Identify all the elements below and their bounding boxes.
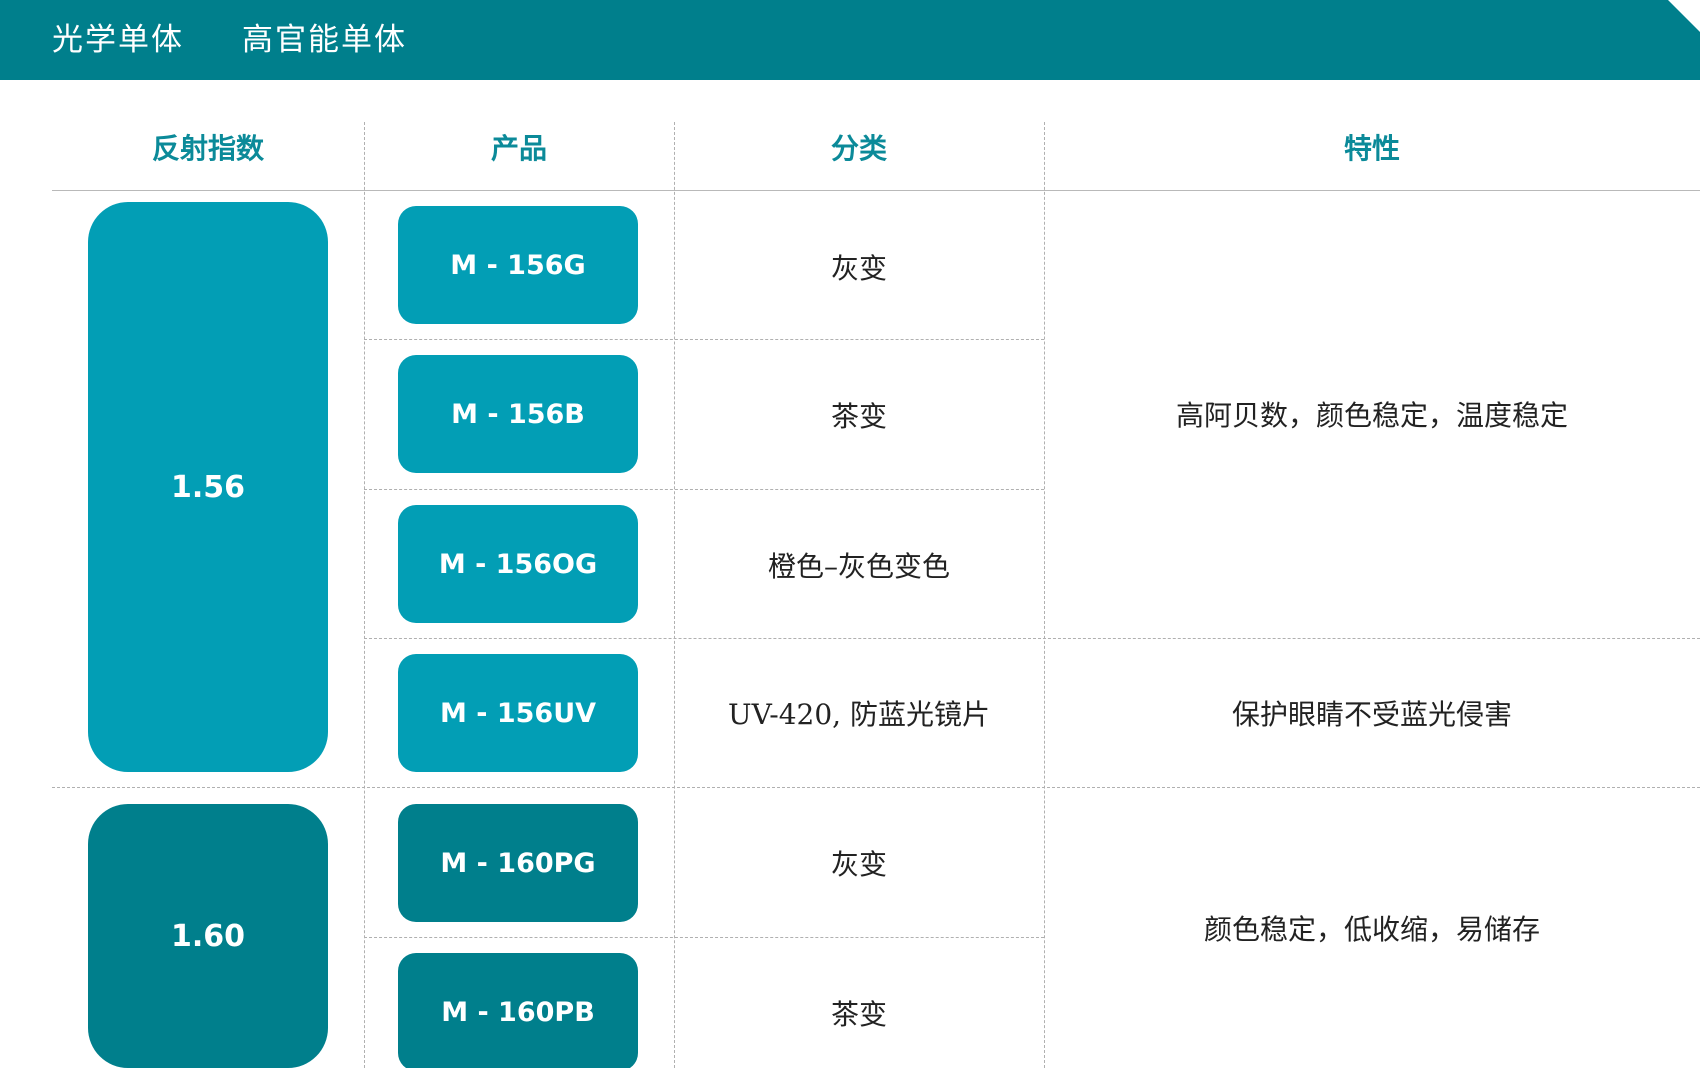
header-features: 特性 [1343, 132, 1400, 165]
header-category: 分类 [830, 132, 887, 165]
product-button-m-156uv[interactable]: M - 156UV [398, 654, 638, 772]
category-cell: 灰变 [830, 848, 887, 881]
column-divider [364, 122, 365, 1068]
tab-high-functional-monomer[interactable]: 高官能单体 [242, 16, 407, 64]
index-value: 1.60 [170, 918, 246, 954]
row-divider [364, 638, 1700, 639]
product-button-m-156b[interactable]: M - 156B [398, 355, 638, 473]
row-divider [364, 937, 1044, 938]
index-block-1-60: 1.60 [88, 804, 328, 1068]
index-value: 1.56 [170, 469, 246, 505]
row-divider [364, 339, 1044, 340]
category-cell: UV-420, 防蓝光镜片 [728, 698, 990, 731]
category-cell: 茶变 [830, 400, 887, 433]
header-refractive-index: 反射指数 [151, 132, 264, 165]
category-cell: 灰变 [830, 252, 887, 285]
features-cell: 保护眼睛不受蓝光侵害 [1231, 698, 1512, 731]
product-button-m-156og[interactable]: M - 156OG [398, 505, 638, 623]
header-product: 产品 [490, 132, 547, 165]
features-cell: 高阿贝数，颜色稳定，温度稳定 [1175, 399, 1568, 432]
features-cell: 颜色稳定，低收缩，易储存 [1203, 912, 1540, 946]
category-cell: 茶变 [830, 998, 887, 1031]
product-button-m-160pb[interactable]: M - 160PB [398, 953, 638, 1068]
tab-optical-monomer[interactable]: 光学单体 [52, 16, 184, 64]
row-divider [364, 489, 1044, 490]
product-button-m-156g[interactable]: M - 156G [398, 206, 638, 324]
index-block-1-56: 1.56 [88, 202, 328, 772]
top-nav-bar: 光学单体 高官能单体 [0, 0, 1700, 80]
category-cell: 橙色–灰色变色 [767, 550, 950, 583]
product-button-m-160pg[interactable]: M - 160PG [398, 804, 638, 922]
